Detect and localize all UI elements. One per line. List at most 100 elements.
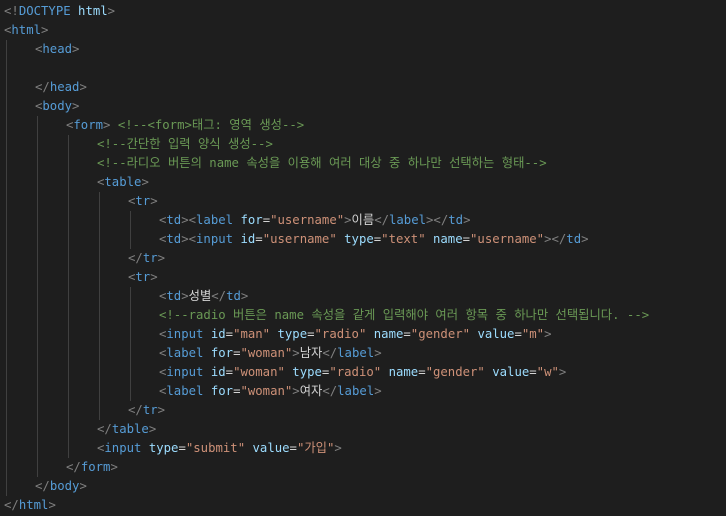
code-line[interactable]: <head>	[35, 40, 79, 59]
text-token: =	[255, 232, 263, 246]
tag-token: table	[111, 422, 149, 436]
bracket-token: <!	[4, 4, 19, 18]
attribute-token: type	[277, 327, 308, 341]
code-line[interactable]: <tr>	[128, 192, 158, 211]
code-line[interactable]: </head>	[35, 78, 87, 97]
bracket-token: >	[157, 403, 166, 417]
text-token: =	[289, 441, 297, 455]
bracket-token: >	[240, 289, 249, 303]
tag-token: html	[18, 498, 49, 512]
bracket-token: >	[292, 384, 300, 398]
text-token: 성별	[188, 289, 212, 303]
text-token: =	[307, 327, 315, 341]
bracket-token: ><	[181, 232, 197, 246]
code-line[interactable]: <html>	[4, 21, 48, 40]
tag-token: td	[566, 232, 582, 246]
code-line[interactable]: <td><label for="username">이름</label></td…	[159, 211, 470, 230]
code-line[interactable]: <input id="woman" type="radio" name="gen…	[159, 363, 566, 382]
tag-token: td	[448, 213, 464, 227]
string-token: "radio"	[314, 327, 367, 341]
tag-token: label	[389, 213, 427, 227]
code-line[interactable]: <!--라디오 버튼의 name 속성을 이용해 여러 대상 중 하나만 선택하…	[97, 154, 547, 173]
code-line[interactable]: </table>	[97, 420, 156, 439]
code-line[interactable]: <label for="woman">여자</label>	[159, 382, 382, 401]
comment-token: <!--간단한 입력 양식 생성-->	[97, 137, 273, 151]
attribute-token: name	[373, 327, 404, 341]
tag-token: td	[226, 289, 241, 303]
code-line[interactable]: <label for="woman">남자</label>	[159, 344, 382, 363]
bracket-token: >	[374, 346, 382, 360]
bracket-token: >	[48, 498, 56, 512]
tag-token: td	[166, 213, 182, 227]
tag-token: td	[166, 232, 182, 246]
tag-token: label	[337, 384, 375, 398]
tag-token: head	[42, 42, 73, 56]
bracket-token: </	[128, 403, 143, 417]
attribute-token: value	[477, 327, 515, 341]
bracket-token: >	[72, 99, 80, 113]
text-token: =	[262, 213, 271, 227]
code-line[interactable]: <input type="submit" value="가입">	[97, 439, 342, 458]
code-line[interactable]: <body>	[35, 97, 79, 116]
code-line[interactable]: <td>성별</td>	[159, 287, 248, 306]
bracket-token: >	[292, 346, 300, 360]
string-token: "radio"	[329, 365, 382, 379]
tag-token: tr	[135, 194, 151, 208]
tag-token: form	[73, 118, 104, 132]
string-token: "username"	[470, 232, 545, 246]
code-line[interactable]: </html>	[4, 496, 56, 515]
code-line[interactable]: <form> <!--<form>태그: 영역 생성-->	[66, 116, 304, 135]
bracket-token: >	[41, 23, 49, 37]
comment-token: <!--<form>태그: 영역 생성-->	[117, 118, 305, 132]
string-token: "m"	[521, 327, 545, 341]
tag-token: body	[49, 479, 80, 493]
tag-token: tr	[142, 403, 158, 417]
code-line[interactable]: <table>	[97, 173, 149, 192]
string-token: "username"	[270, 213, 345, 227]
bracket-token: </	[374, 213, 389, 227]
code-line[interactable]: <tr>	[128, 268, 158, 287]
tag-token: DOCTYPE	[18, 4, 71, 18]
bracket-token: >	[544, 327, 552, 341]
bracket-token: >	[148, 422, 157, 436]
attribute-token: html	[78, 4, 108, 18]
text-token: =	[225, 327, 234, 341]
code-line[interactable]: </form>	[66, 458, 118, 477]
code-line[interactable]: </tr>	[128, 401, 165, 420]
code-line[interactable]: <input id="man" type="radio" name="gende…	[159, 325, 552, 344]
bracket-token: </	[35, 80, 50, 94]
code-line[interactable]: </body>	[35, 477, 87, 496]
code-line[interactable]: <!--간단한 입력 양식 생성-->	[97, 135, 273, 154]
string-token: "woman"	[240, 384, 293, 398]
attribute-token: value	[252, 441, 290, 455]
attribute-token: id	[240, 232, 256, 246]
string-token: "gender"	[425, 365, 485, 379]
indent-guide	[130, 211, 131, 249]
code-line[interactable]: <td><input id="username" type="text" nam…	[159, 230, 589, 249]
bracket-token: ><	[181, 213, 197, 227]
code-line[interactable]: </tr>	[128, 249, 165, 268]
bracket-token: </	[128, 251, 143, 265]
bracket-token: >	[157, 251, 166, 265]
code-line[interactable]: <!--radio 버튼은 name 속성을 같게 입력해야 여러 항목 중 하…	[159, 306, 649, 325]
bracket-token: </	[97, 422, 112, 436]
bracket-token: </	[4, 498, 19, 512]
tag-token: input	[196, 232, 234, 246]
string-token: "username"	[262, 232, 337, 246]
attribute-token: type	[148, 441, 179, 455]
bracket-token: >	[334, 441, 342, 455]
code-editor[interactable]: <!DOCTYPE html> <html> <head> </head> <body>…	[0, 0, 726, 516]
bracket-token: ></	[426, 213, 449, 227]
code-line[interactable]: <!DOCTYPE html>	[4, 2, 115, 21]
tag-token: input	[104, 441, 142, 455]
indent-guide	[37, 116, 38, 477]
tag-token: form	[80, 460, 111, 474]
bracket-token: </	[322, 346, 338, 360]
attribute-token: name	[433, 232, 463, 246]
